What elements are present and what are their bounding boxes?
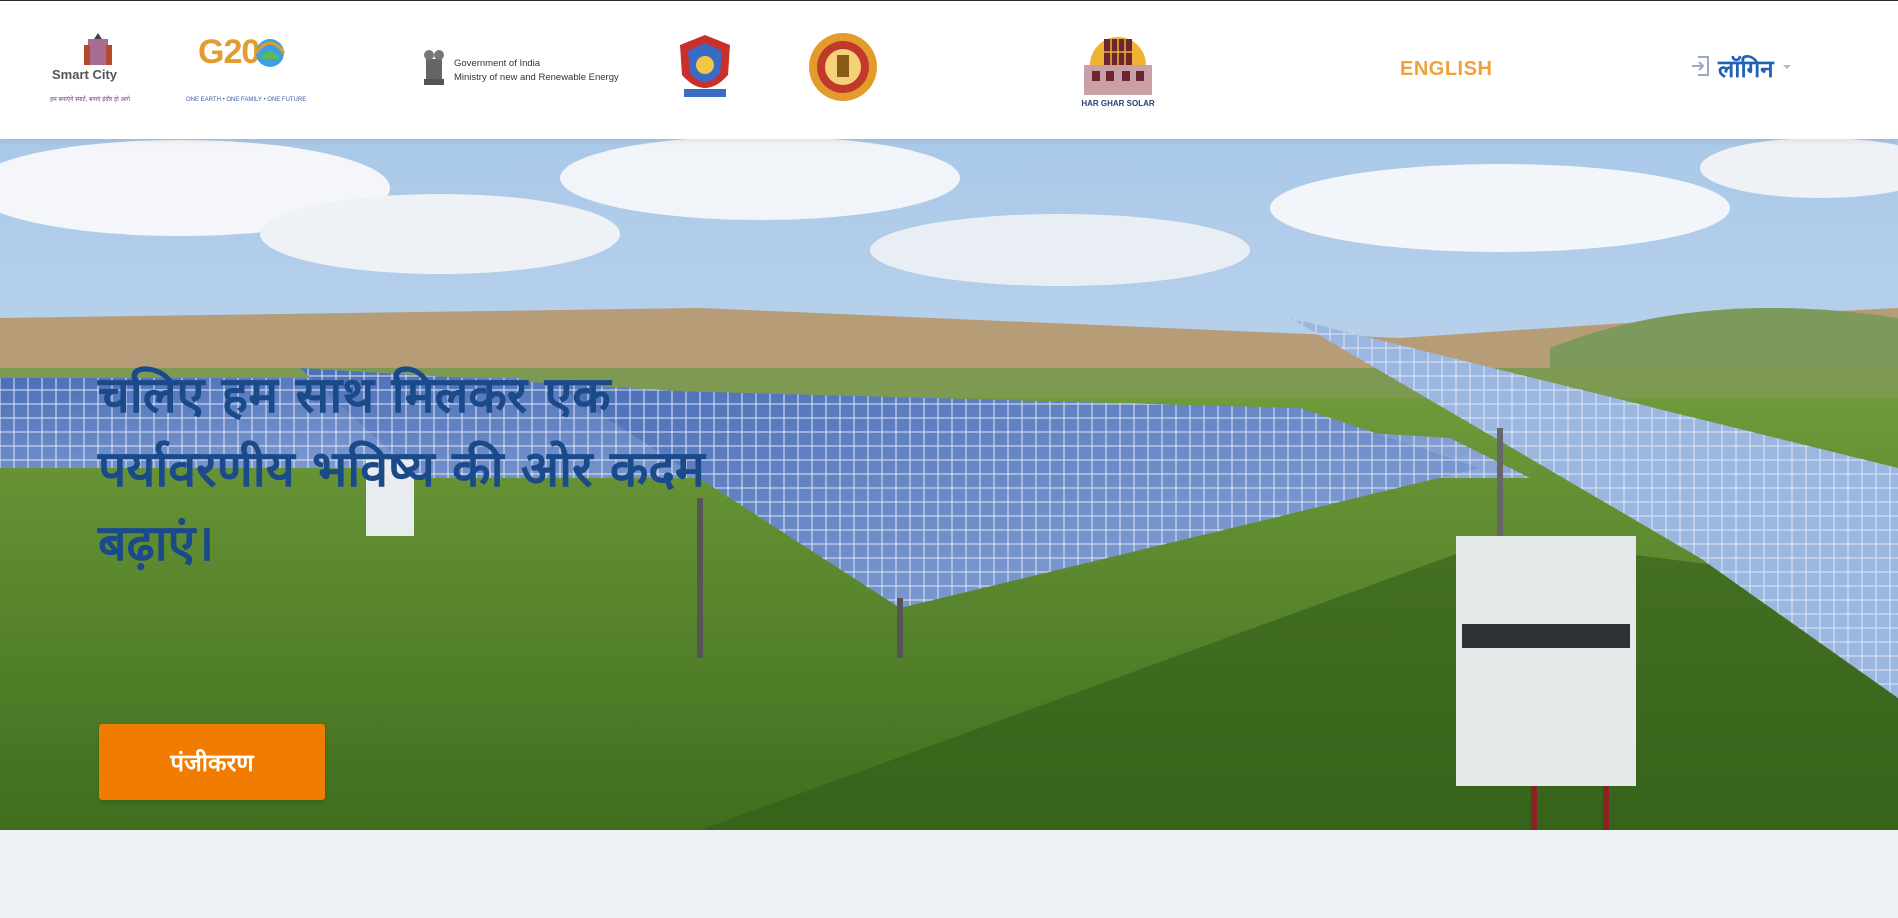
page-bottom-area	[0, 830, 1898, 918]
chevron-down-icon	[1780, 59, 1794, 77]
g20-tagline: ONE EARTH • ONE FAMILY • ONE FUTURE	[186, 97, 307, 103]
login-label: लॉगिन	[1718, 55, 1774, 83]
mp-seal-icon	[809, 33, 877, 101]
goi-mnre-logo[interactable]: Government of India Ministry of new and …	[420, 45, 630, 97]
har-ghar-solar-text: HAR GHAR SOLAR	[1081, 99, 1155, 108]
state-emblem-logo[interactable]	[672, 31, 738, 105]
smart-city-tagline: हम बनाएंगे स्मार्ट, बनाएं इंदौर हो आगे	[50, 97, 130, 103]
hero-banner: चलिए हम साथ मिलकर एक पर्यावरणीय भविष्य क…	[0, 138, 1898, 830]
smart-city-emblem-icon	[84, 33, 112, 65]
g20-logo[interactable]: G20 ONE EARTH • ONE FAMILY • ONE FUTURE	[186, 31, 306, 111]
goi-line-1: Government of India	[454, 58, 541, 69]
ashoka-emblem-icon	[424, 50, 444, 85]
site-header: Smart City हम बनाएंगे स्मार्ट, बनाएं इंद…	[0, 0, 1898, 139]
register-button[interactable]: पंजीकरण	[99, 724, 325, 800]
globe-lotus-icon	[254, 39, 286, 67]
solar-house-icon	[1084, 37, 1152, 95]
login-arrow-icon	[1690, 54, 1712, 83]
mp-government-logo[interactable]	[808, 31, 878, 103]
police-crest-icon	[680, 35, 730, 97]
goi-text: Government of India Ministry of new and …	[454, 57, 619, 85]
smart-city-text: Smart City	[52, 67, 118, 82]
goi-line-2: Ministry of new and Renewable Energy	[454, 72, 619, 83]
har-ghar-solar-logo[interactable]: HAR GHAR SOLAR	[1074, 31, 1162, 111]
language-toggle-link[interactable]: ENGLISH	[1400, 58, 1492, 81]
hero-title: चलिए हम साथ मिलकर एक पर्यावरणीय भविष्य क…	[98, 365, 705, 572]
smart-city-logo[interactable]: Smart City हम बनाएंगे स्मार्ट, बनाएं इंद…	[50, 31, 146, 111]
login-dropdown[interactable]: लॉगिन	[1690, 53, 1794, 83]
